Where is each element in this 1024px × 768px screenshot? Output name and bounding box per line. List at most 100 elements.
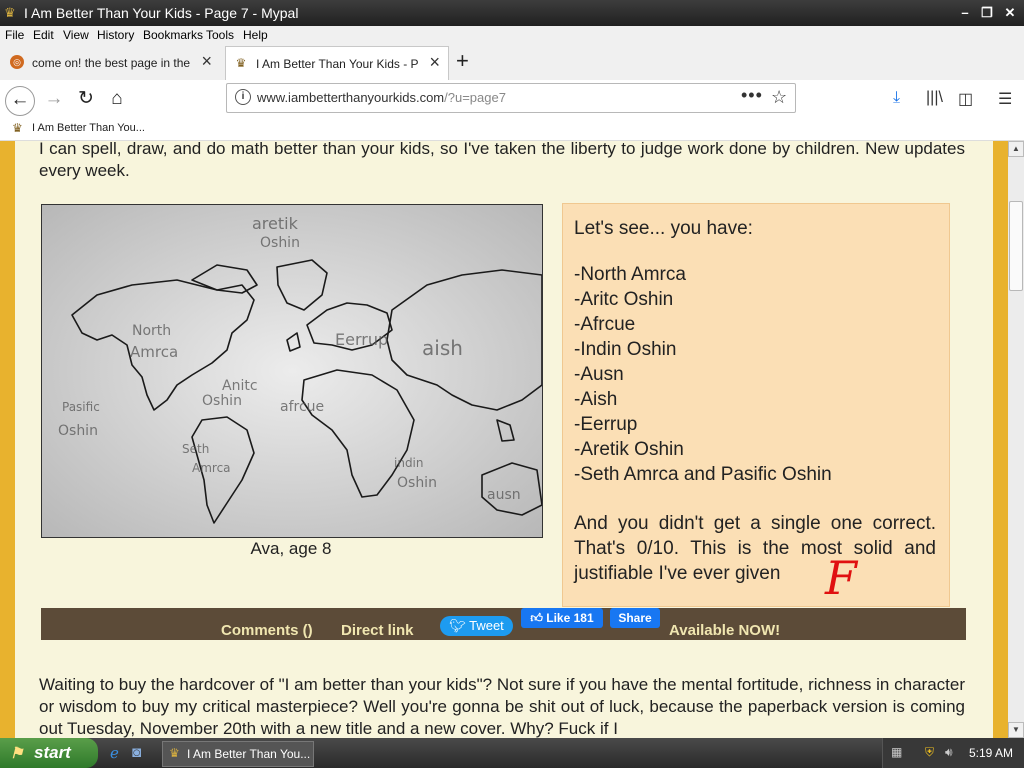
menu-history[interactable]: History (97, 28, 134, 42)
world-map-drawing: aretik Oshin North Amrca Eerrup aish Ani… (42, 205, 542, 537)
clock: 5:19 AM (969, 746, 1014, 760)
direct-link[interactable]: Direct link (341, 622, 414, 639)
critique-list-item: -Aish (574, 389, 618, 410)
menu-bar: File Edit View History Bookmarks Tools H… (0, 26, 1024, 44)
reload-icon[interactable]: ↻ (72, 86, 100, 114)
tweet-button[interactable]: 🐦︎ Tweet (440, 616, 513, 636)
system-tray: ▦ ⛨ 🔊︎ 5:19 AM (882, 738, 1024, 768)
comments-link[interactable]: Comments () (221, 622, 313, 639)
show-desktop-icon[interactable]: ◙ (132, 744, 141, 761)
site-info-icon[interactable]: i (235, 89, 251, 105)
navigation-bar: ← → ↻ ⌂ i www.iambetterthanyourkids.com/… (0, 80, 1024, 118)
map-label: ausn (487, 487, 521, 503)
map-label: Amrca (130, 343, 178, 361)
home-icon[interactable]: ⌂ (103, 86, 131, 114)
bookmark-favicon-icon: ♛ (12, 121, 23, 135)
taskbar: ⚑ start ℯ ◙ ♛ I Am Better Than You... ▦ … (0, 738, 1024, 768)
map-label: Seth (182, 442, 209, 456)
available-now-link[interactable]: Available NOW! (669, 622, 780, 639)
url-bar[interactable]: i www.iambetterthanyourkids.com/?u=page7… (226, 83, 796, 113)
menu-edit[interactable]: Edit (33, 28, 54, 42)
downloads-icon[interactable]: ⤓ (893, 89, 900, 107)
taskbar-window-item[interactable]: ♛ I Am Better Than You... (162, 741, 314, 767)
map-label: Anitc (222, 378, 258, 394)
map-label: Eerrup (335, 330, 388, 349)
scroll-down-icon[interactable]: ▼ (1008, 722, 1024, 738)
url-text[interactable]: www.iambetterthanyourkids.com/?u=page7 (257, 90, 506, 105)
page-actions-icon[interactable]: ••• (741, 85, 763, 106)
close-window-button[interactable]: ✕ (1000, 4, 1020, 22)
critique-list-item: -North Amrca (574, 264, 686, 285)
title-bar: ♛ I Am Better Than Your Kids - Page 7 - … (0, 0, 1024, 26)
menu-bookmarks[interactable]: Bookmarks (143, 28, 203, 42)
close-tab-icon[interactable]: × (201, 52, 212, 70)
tab-best-page[interactable]: ◎ come on! the best page in the uni × (2, 46, 220, 79)
critique-list-item: -Indin Oshin (574, 339, 677, 360)
tab-better-than-your-kids[interactable]: ♛ I Am Better Than Your Kids - Page × (225, 46, 449, 80)
menu-view[interactable]: View (63, 28, 89, 42)
tab-bar: ◎ come on! the best page in the uni × ♛ … (0, 44, 1024, 81)
menu-help[interactable]: Help (243, 28, 268, 42)
windows-logo-icon: ⚑ (10, 745, 24, 762)
tab-label: I Am Better Than Your Kids - Page (256, 57, 418, 71)
bookmark-item[interactable]: I Am Better Than You... (32, 122, 145, 134)
app-icon: ♛ (4, 5, 16, 20)
tab-label: come on! the best page in the uni (32, 56, 192, 70)
critique-list-item: -Aritc Oshin (574, 289, 674, 310)
close-tab-icon[interactable]: × (429, 53, 440, 71)
map-label: Oshin (202, 393, 242, 409)
map-label: North (132, 323, 171, 339)
map-label: Oshin (260, 235, 300, 251)
volume-icon[interactable]: 🔊︎ (945, 745, 953, 760)
child-drawing-map: aretik Oshin North Amrca Eerrup aish Ani… (41, 204, 543, 538)
library-icon[interactable]: |||\ (926, 89, 943, 107)
critique-list-item: -Eerrup (574, 414, 638, 435)
new-tab-icon[interactable]: + (456, 48, 469, 74)
menu-file[interactable]: File (5, 28, 24, 42)
start-button[interactable]: ⚑ start (0, 738, 98, 768)
map-label: Oshin (58, 423, 98, 439)
back-arrow-icon[interactable]: ← (5, 86, 35, 116)
grade-mark: F (825, 551, 857, 605)
map-label: Oshin (397, 475, 437, 491)
critique-list-item: -Afrcue (574, 314, 636, 335)
menu-tools[interactable]: Tools (206, 28, 234, 42)
drawing-caption: Ava, age 8 (250, 539, 332, 558)
map-label: aretik (252, 214, 299, 233)
map-label: indin (394, 456, 424, 470)
map-label: aish (422, 336, 463, 360)
hardcover-paragraph: Waiting to buy the hardcover of "I am be… (39, 675, 965, 738)
critique-list-item: -Aretik Oshin (574, 439, 684, 460)
bird-icon: 🐦︎ (449, 618, 466, 633)
map-label: afrcue (280, 399, 324, 415)
restore-button[interactable]: ❐ (977, 4, 997, 22)
scroll-up-icon[interactable]: ▲ (1008, 141, 1024, 157)
minimize-button[interactable]: – (955, 4, 975, 22)
map-label: Amrca (192, 461, 231, 475)
sidebar-icon[interactable]: ◫ (958, 89, 973, 109)
bookmarks-toolbar: ♛ I Am Better Than You... (0, 118, 1024, 141)
page-viewport: I can spell, draw, and do math better th… (0, 141, 1008, 738)
intro-text: I can spell, draw, and do math better th… (39, 141, 965, 180)
scroll-thumb[interactable] (1009, 201, 1023, 291)
internet-explorer-icon[interactable]: ℯ (110, 744, 119, 762)
page-content: I can spell, draw, and do math better th… (15, 141, 993, 738)
facebook-share-button[interactable]: Share (610, 608, 660, 628)
critique-verdict: And you didn't get a single one correct.… (574, 513, 936, 584)
keyboard-icon[interactable]: ▦ (891, 745, 902, 759)
window-title: I Am Better Than Your Kids - Page 7 - My… (24, 5, 299, 21)
critique-box: Let's see... you have: -North Amrca -Ari… (562, 203, 950, 607)
critique-intro: Let's see... you have: (574, 218, 753, 239)
hamburger-menu-icon[interactable]: ☰ (998, 89, 1012, 109)
bookmark-star-icon[interactable]: ☆ (771, 87, 787, 108)
thumbs-up-icon: 👍︎ (530, 611, 543, 625)
security-shield-icon[interactable]: ⛨ (925, 745, 934, 760)
critique-list-item: -Ausn (574, 364, 624, 385)
critique-list-item: -Seth Amrca and Pasific Oshin (574, 464, 832, 485)
forward-arrow-icon[interactable]: → (40, 86, 68, 114)
share-bar: Comments () Direct link 🐦︎ Tweet 👍︎ Like… (41, 608, 966, 640)
facebook-like-button[interactable]: 👍︎ Like 181 (521, 608, 603, 628)
map-label: Pasific (62, 400, 100, 414)
vertical-scrollbar[interactable]: ▲ ▼ (1008, 141, 1024, 738)
app-icon: ♛ (169, 746, 180, 760)
